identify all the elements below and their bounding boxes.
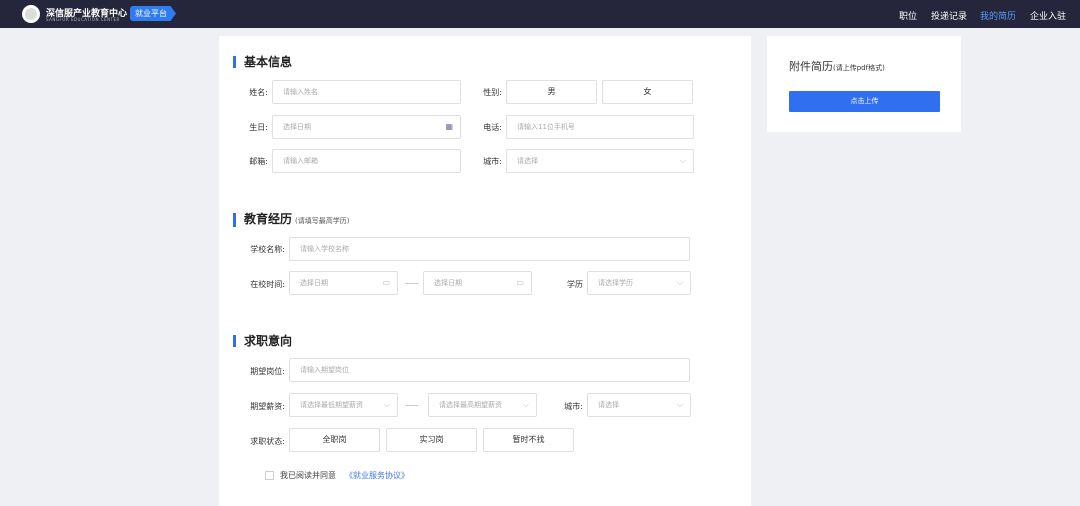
brand-subtitle: SANGFOR EDUCATION CENTER (46, 17, 120, 22)
chevron-down-icon: ⌵ (383, 400, 390, 409)
school-input[interactable]: 请输入学校名称 (289, 237, 690, 261)
gender-male-button[interactable]: 男 (506, 80, 597, 104)
name-input[interactable]: 请输入姓名 (272, 80, 461, 104)
position-input[interactable]: 请输入期望岗位 (289, 358, 690, 382)
section-edu-title: 教育经历 (请填写最高学历) (233, 213, 349, 227)
job-city-label: 城市: (564, 402, 583, 411)
school-time-label: 在校时间: (250, 280, 285, 289)
nav-my-resume[interactable]: 我的简历 (980, 9, 1016, 22)
position-label: 期望岗位: (250, 367, 285, 376)
email-input[interactable]: 请输入邮箱 (272, 149, 461, 173)
logo-icon (22, 5, 40, 23)
job-city-select[interactable]: 请选择 ⌵ (587, 393, 691, 417)
nav-applications[interactable]: 投递记录 (931, 9, 967, 22)
status-not-looking-button[interactable]: 暂时不找 (483, 428, 574, 452)
birth-date-input[interactable]: 选择日期 ▦ (272, 115, 461, 139)
email-label: 邮箱: (249, 157, 268, 166)
agreement-link[interactable]: 《就业服务协议》 (345, 470, 409, 481)
attachment-card (767, 36, 961, 132)
end-date-input[interactable]: 选择日期 ▭ (423, 271, 532, 295)
school-label: 学校名称: (250, 245, 285, 254)
status-label: 求职状态: (250, 437, 285, 446)
section-job-title: 求职意向 (233, 335, 292, 347)
status-fulltime-button[interactable]: 全职岗 (289, 428, 380, 452)
calendar-icon: ▦ (445, 122, 453, 131)
chevron-down-icon: ⌵ (679, 156, 686, 165)
upload-button[interactable]: 点击上传 (789, 91, 940, 112)
range-separator (405, 405, 418, 406)
nav-enterprise[interactable]: 企业入驻 (1030, 9, 1066, 22)
chevron-down-icon: ⌵ (522, 400, 529, 409)
gender-female-button[interactable]: 女 (602, 80, 693, 104)
phone-label: 电话: (483, 123, 502, 132)
attachment-title: 附件简历(请上传pdf格式) (789, 60, 885, 73)
range-separator (405, 283, 418, 284)
salary-label: 期望薪资: (250, 402, 285, 411)
city-select[interactable]: 请选择 ⌵ (506, 149, 694, 173)
degree-label: 学历 (567, 280, 583, 289)
calendar-icon: ▭ (516, 278, 524, 287)
nav-jobs[interactable]: 职位 (899, 9, 917, 22)
gender-label: 性别: (483, 88, 502, 97)
birth-label: 生日: (249, 123, 268, 132)
min-salary-select[interactable]: 请选择最低期望薪资 ⌵ (289, 393, 398, 417)
status-intern-button[interactable]: 实习岗 (386, 428, 477, 452)
phone-input[interactable]: 请输入11位手机号 (506, 115, 694, 139)
section-basic-title: 基本信息 (233, 56, 292, 68)
max-salary-select[interactable]: 请选择最高期望薪资 ⌵ (428, 393, 537, 417)
city-label: 城市: (483, 157, 502, 166)
name-label: 姓名: (249, 88, 268, 97)
chevron-down-icon: ⌵ (676, 278, 683, 287)
calendar-icon: ▭ (382, 278, 390, 287)
agree-checkbox[interactable] (265, 471, 274, 480)
agree-text: 我已阅读并同意 (280, 471, 336, 480)
platform-badge: 就业平台 (130, 6, 176, 21)
chevron-down-icon: ⌵ (676, 400, 683, 409)
top-nav: 深信服产业教育中心 SANGFOR EDUCATION CENTER 就业平台 … (0, 0, 1080, 28)
degree-select[interactable]: 请选择学历 ⌵ (587, 271, 691, 295)
start-date-input[interactable]: 选择日期 ▭ (289, 271, 398, 295)
